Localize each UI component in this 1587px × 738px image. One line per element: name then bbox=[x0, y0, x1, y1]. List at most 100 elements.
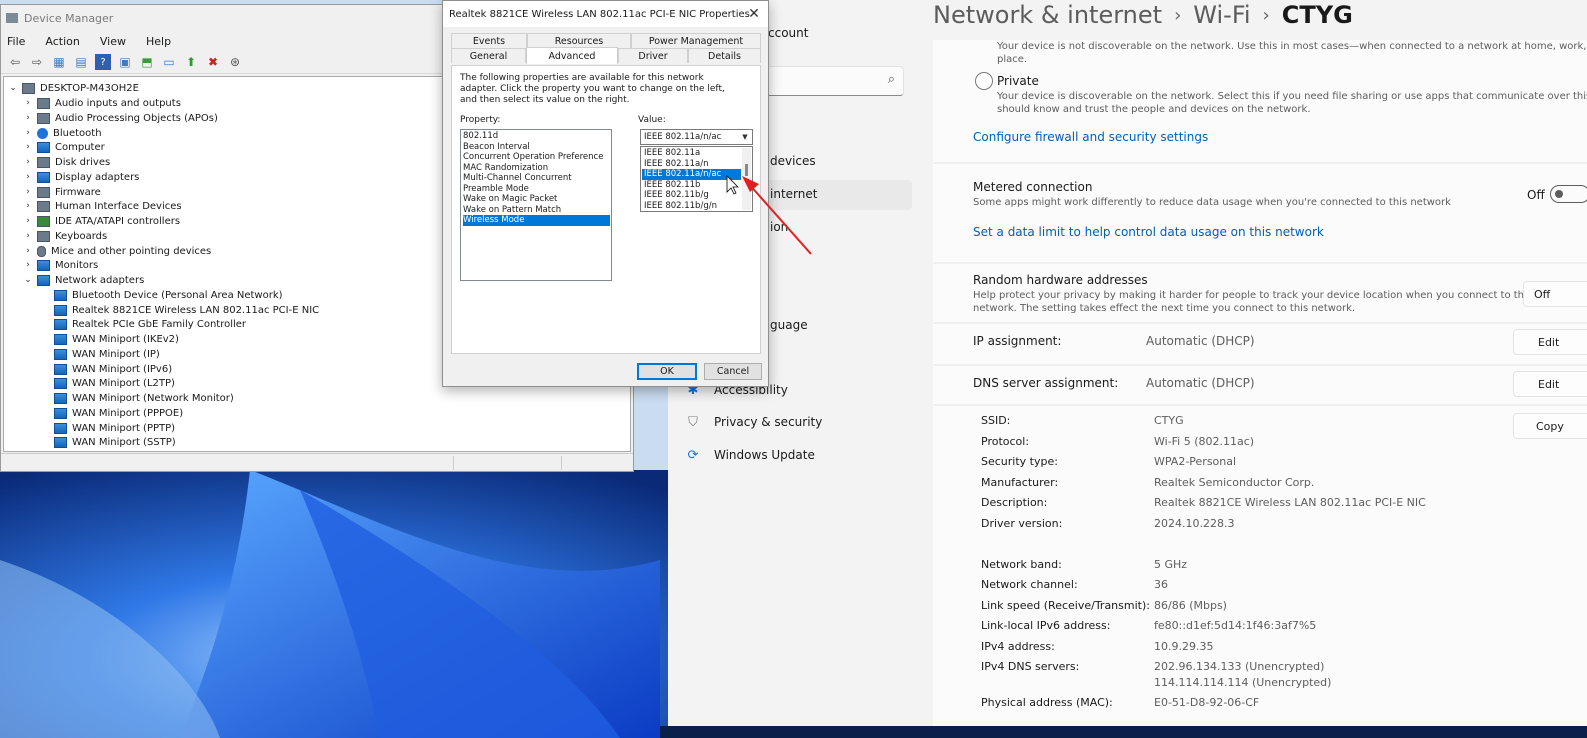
chevron-right-icon[interactable]: › bbox=[23, 172, 33, 182]
value-dropdown-list[interactable]: IEEE 802.11a IEEE 802.11a/n IEEE 802.11a… bbox=[640, 146, 753, 212]
tree-category[interactable]: › Monitors bbox=[23, 258, 98, 272]
value-option[interactable]: IEEE 802.11b/g bbox=[642, 190, 741, 201]
property-item[interactable]: MAC Randomization bbox=[463, 163, 610, 174]
nav-bluetooth-devices[interactable]: devices bbox=[770, 154, 816, 168]
chevron-right-icon[interactable]: › bbox=[23, 187, 33, 197]
value-list-scrollbar[interactable] bbox=[742, 148, 751, 210]
copy-properties-button[interactable]: Copy bbox=[1513, 413, 1587, 439]
tree-device[interactable]: WAN Miniport (PPTP) bbox=[54, 421, 175, 435]
tree-device[interactable]: Bluetooth Device (Personal Area Network) bbox=[54, 288, 283, 302]
tab-driver[interactable]: Driver bbox=[618, 48, 688, 63]
menu-file[interactable]: File bbox=[7, 35, 25, 48]
tree-category[interactable]: › Audio inputs and outputs bbox=[23, 96, 181, 110]
tree-category[interactable]: › IDE ATA/ATAPI controllers bbox=[23, 214, 180, 228]
list-icon[interactable]: ▤ bbox=[73, 54, 89, 70]
view-icon[interactable]: ▣ bbox=[117, 54, 133, 70]
nav-time-language[interactable]: guage bbox=[770, 318, 808, 332]
metered-toggle[interactable] bbox=[1550, 185, 1587, 203]
tree-device[interactable]: WAN Miniport (IP) bbox=[54, 347, 160, 361]
property-item[interactable]: Beacon Interval bbox=[463, 142, 610, 153]
property-item[interactable]: 802.11d bbox=[463, 131, 610, 142]
help-icon[interactable]: ? bbox=[95, 54, 111, 70]
value-dropdown[interactable]: IEEE 802.11a/n/ac ▼ bbox=[640, 129, 753, 145]
menu-view[interactable]: View bbox=[100, 35, 126, 48]
tree-category[interactable]: › Firmware bbox=[23, 185, 101, 199]
tree-category[interactable]: › Display adapters bbox=[23, 170, 139, 184]
tree-device[interactable]: WAN Miniport (IKEv2) bbox=[54, 332, 179, 346]
nav-account-fragment[interactable]: ccount bbox=[768, 26, 808, 40]
monitor-icon[interactable]: ▭ bbox=[161, 54, 177, 70]
back-icon[interactable]: ⇦ bbox=[7, 54, 23, 70]
nav-network-internet[interactable]: internet bbox=[770, 187, 817, 201]
tree-category-expanded[interactable]: ⌄ Network adapters bbox=[23, 273, 144, 287]
value-option[interactable]: IEEE 802.11a bbox=[642, 148, 741, 159]
settings-search-input[interactable]: ⌕ bbox=[752, 66, 904, 96]
tree-category[interactable]: › Computer bbox=[23, 140, 105, 154]
menu-action[interactable]: Action bbox=[45, 35, 79, 48]
value-option[interactable]: IEEE 802.11b/g/n bbox=[642, 201, 741, 212]
download-icon[interactable]: ⊛ bbox=[227, 54, 243, 70]
breadcrumb-network-internet[interactable]: Network & internet bbox=[933, 1, 1162, 29]
tree-category[interactable]: › Human Interface Devices bbox=[23, 199, 182, 213]
chevron-down-icon[interactable]: ⌄ bbox=[23, 275, 33, 285]
private-radio[interactable] bbox=[975, 72, 993, 90]
tree-device[interactable]: WAN Miniport (IPv6) bbox=[54, 362, 172, 376]
enable-device-icon[interactable]: ⬆ bbox=[183, 54, 199, 70]
property-item[interactable]: Concurrent Operation Preference bbox=[463, 152, 610, 163]
tree-category[interactable]: › Disk drives bbox=[23, 155, 110, 169]
property-item[interactable]: Wake on Pattern Match bbox=[463, 205, 610, 216]
nav-personalization[interactable]: ion bbox=[770, 220, 788, 234]
tree-category[interactable]: › Mice and other pointing devices bbox=[23, 244, 211, 258]
tree-category[interactable]: › Audio Processing Objects (APOs) bbox=[23, 111, 218, 125]
ip-edit-button[interactable]: Edit bbox=[1513, 329, 1587, 355]
chevron-right-icon[interactable]: › bbox=[23, 98, 33, 108]
data-limit-link[interactable]: Set a data limit to help control data us… bbox=[973, 225, 1324, 239]
value-option[interactable]: IEEE 802.11a/n bbox=[642, 159, 741, 170]
uninstall-icon[interactable]: ✖ bbox=[205, 54, 221, 70]
property-item-selected[interactable]: Wireless Mode bbox=[463, 215, 610, 226]
value-option-highlighted[interactable]: IEEE 802.11a/n/ac bbox=[642, 169, 741, 180]
firewall-settings-link[interactable]: Configure firewall and security settings bbox=[973, 130, 1208, 144]
tab-advanced[interactable]: Advanced bbox=[526, 47, 618, 64]
tree-device[interactable]: Realtek PCIe GbE Family Controller bbox=[54, 317, 246, 331]
property-item[interactable]: Multi-Channel Concurrent bbox=[463, 173, 610, 184]
tree-device[interactable]: WAN Miniport (PPPOE) bbox=[54, 406, 183, 420]
tree-category[interactable]: › Keyboards bbox=[23, 229, 107, 243]
tree-device[interactable]: WAN Miniport (L2TP) bbox=[54, 376, 175, 390]
tree-device[interactable]: WAN Miniport (SSTP) bbox=[54, 435, 176, 449]
chevron-right-icon[interactable]: › bbox=[23, 157, 33, 167]
chevron-right-icon[interactable]: › bbox=[23, 231, 33, 241]
tree-device[interactable]: Realtek 8821CE Wireless LAN 802.11ac PCI… bbox=[54, 303, 319, 317]
dns-edit-button[interactable]: Edit bbox=[1513, 371, 1587, 397]
forward-icon[interactable]: ⇨ bbox=[29, 54, 45, 70]
property-item[interactable]: Wake on Magic Packet bbox=[463, 194, 610, 205]
nav-item-windows-update[interactable]: ⟳ Windows Update bbox=[684, 440, 815, 470]
random-hw-dropdown[interactable]: Off bbox=[1523, 281, 1587, 307]
tab-general[interactable]: General bbox=[451, 48, 526, 63]
property-item[interactable]: Preamble Mode bbox=[463, 184, 610, 195]
chevron-right-icon[interactable]: › bbox=[23, 113, 33, 123]
chevron-right-icon[interactable]: › bbox=[23, 216, 33, 226]
chevron-right-icon[interactable]: › bbox=[23, 201, 33, 211]
tab-resources[interactable]: Resources bbox=[527, 33, 631, 48]
cancel-button[interactable]: Cancel bbox=[704, 363, 762, 380]
dropdown-arrow-icon[interactable]: ▼ bbox=[739, 131, 751, 143]
tree-device[interactable]: WAN Miniport (Network Monitor) bbox=[54, 391, 234, 405]
tab-details[interactable]: Details bbox=[688, 48, 761, 63]
chevron-right-icon[interactable]: › bbox=[23, 246, 33, 256]
chevron-right-icon[interactable]: › bbox=[23, 142, 33, 152]
chevron-down-icon[interactable]: ⌄ bbox=[8, 83, 18, 93]
value-option[interactable]: IEEE 802.11b bbox=[642, 180, 741, 191]
chevron-right-icon[interactable]: › bbox=[23, 260, 33, 270]
tab-power-management[interactable]: Power Management bbox=[631, 33, 761, 48]
tab-events[interactable]: Events bbox=[451, 33, 527, 48]
chevron-right-icon[interactable]: › bbox=[23, 128, 33, 138]
ok-button[interactable]: OK bbox=[637, 363, 697, 380]
property-listbox[interactable]: 802.11d Beacon Interval Concurrent Opera… bbox=[460, 129, 612, 281]
update-driver-icon[interactable]: ⬒ bbox=[139, 54, 155, 70]
menu-help[interactable]: Help bbox=[146, 35, 171, 48]
nav-item-privacy[interactable]: ⛉ Privacy & security bbox=[684, 407, 822, 437]
properties-icon[interactable]: ▦ bbox=[51, 54, 67, 70]
close-icon[interactable]: ✕ bbox=[743, 3, 765, 25]
scrollbar-thumb[interactable] bbox=[745, 164, 748, 176]
